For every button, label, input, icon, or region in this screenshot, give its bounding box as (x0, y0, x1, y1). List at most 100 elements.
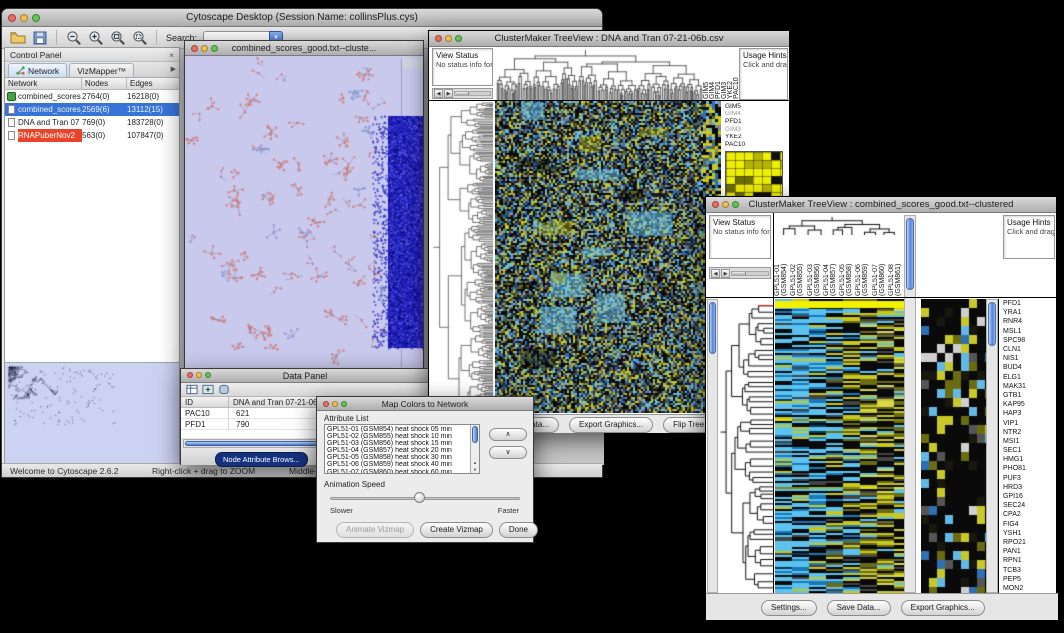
vertical-scrollbar-thumb[interactable] (709, 302, 716, 354)
gene-label[interactable]: GPI16 (999, 492, 1056, 501)
gene-label[interactable]: NTR2 (999, 428, 1056, 437)
gene-label[interactable]: PFD1 (999, 299, 1056, 308)
zoom-button[interactable] (205, 372, 211, 378)
main-title-bar[interactable]: Cytoscape Desktop (Session Name: collins… (2, 9, 602, 27)
treeview-combined-title-bar[interactable]: ClusterMaker TreeView : combined_scores_… (706, 197, 1056, 213)
list-scrollbar[interactable]: ▲ ▼ (470, 425, 479, 473)
gene-label[interactable]: SPC98 (999, 336, 1056, 345)
attribute-item[interactable]: GPL51-02 (GSM855) heat shock 10 min (325, 433, 479, 440)
scroll-track[interactable] (454, 91, 491, 96)
gene-label[interactable]: SEC24 (999, 501, 1056, 510)
gene-label[interactable]: YSH1 (999, 529, 1056, 538)
network-list-row[interactable]: combined_scores_good2569(6)13112(15) (5, 103, 179, 116)
slider-thumb[interactable] (414, 492, 425, 503)
close-button[interactable] (187, 372, 193, 378)
zoom-fit-icon[interactable] (108, 29, 127, 47)
gene-label[interactable]: YKE2 (721, 134, 788, 142)
attribute-item[interactable]: GPL51-05 (GSM858) heat shock 30 min (325, 454, 479, 461)
attribute-listbox[interactable]: GPL51-01 (GSM854) heat shock 05 minGPL51… (324, 424, 480, 474)
minimize-button[interactable] (196, 372, 202, 378)
zoom-button[interactable] (455, 35, 462, 42)
gene-label[interactable]: HRD3 (999, 483, 1056, 492)
network-list-row[interactable]: DNA and Tran 07769(0)183728(0) (5, 116, 179, 129)
tab-vizmapper[interactable]: VizMapper™ (69, 63, 134, 77)
close-button[interactable] (191, 45, 198, 52)
move-down-button[interactable]: ∨ (489, 446, 527, 459)
gene-label[interactable]: PUF3 (999, 474, 1056, 483)
gene-label[interactable]: MON2 (999, 584, 1056, 593)
column-dendrogram[interactable] (495, 48, 703, 100)
column-id[interactable]: ID (181, 397, 229, 407)
treeview-dna-title-bar[interactable]: ClusterMaker TreeView : DNA and Tran 07-… (429, 31, 789, 47)
zoom-out-icon[interactable] (64, 29, 83, 47)
attribute-item[interactable]: GPL51-06 (GSM859) heat shock 40 min (325, 461, 479, 468)
zoom-button[interactable] (211, 45, 218, 52)
vertical-scrollbar-thumb[interactable] (906, 218, 914, 290)
data-panel-title-bar[interactable]: Data Panel (181, 369, 429, 383)
open-session-icon[interactable] (8, 29, 27, 47)
column-nodes[interactable]: Nodes (82, 78, 127, 89)
create-attribute-icon[interactable] (202, 384, 214, 395)
gene-label[interactable]: GIM3 (721, 126, 788, 134)
gene-label[interactable]: ELG1 (999, 373, 1056, 382)
minimize-button[interactable] (20, 14, 28, 22)
move-up-button[interactable]: ∧ (489, 428, 527, 441)
save-session-icon[interactable] (30, 29, 49, 47)
horizontal-scrollbar-thumb[interactable] (185, 441, 333, 446)
gene-label[interactable]: MAK31 (999, 382, 1056, 391)
treeview-button[interactable]: Save Data... (827, 600, 891, 616)
gene-label[interactable]: PEP5 (999, 575, 1056, 584)
gene-label[interactable]: PAC10 (721, 141, 788, 149)
attribute-matrix-icon[interactable] (218, 384, 230, 395)
tab-network[interactable]: Network (8, 63, 67, 77)
gene-label[interactable]: CLN1 (999, 345, 1056, 354)
second-vertical-scrollbar[interactable] (986, 299, 998, 593)
close-button[interactable] (435, 35, 442, 42)
network-overview-thumbnail[interactable] (5, 362, 179, 465)
zoom-scrollbar[interactable]: ◀ ▶ (709, 267, 771, 279)
selected-genes-heatmap[interactable] (921, 299, 986, 593)
expression-heatmap[interactable] (775, 299, 904, 593)
treeview-button[interactable]: Export Graphics... (569, 417, 653, 433)
close-panel-icon[interactable]: × (169, 48, 174, 61)
column-edges[interactable]: Edges (127, 78, 179, 89)
gene-label[interactable]: YRA1 (999, 308, 1056, 317)
close-button[interactable] (8, 14, 16, 22)
attribute-item[interactable]: GPL51-04 (GSM857) heat shock 20 min (325, 447, 479, 454)
gene-label[interactable]: MSI1 (999, 437, 1056, 446)
gene-label[interactable]: BUD4 (999, 363, 1056, 372)
dialog-title-bar[interactable]: Map Colors to Network (317, 397, 533, 411)
row-dendrogram[interactable] (718, 299, 773, 593)
list-scrollbar-thumb[interactable] (472, 426, 478, 443)
zoom-button[interactable] (732, 201, 739, 208)
column-network[interactable]: Network (5, 78, 82, 89)
gene-label[interactable]: PFD1 (721, 118, 788, 126)
scroll-right-icon[interactable]: ▶ (444, 89, 453, 98)
scroll-up-icon[interactable]: ▲ (471, 460, 479, 465)
gene-label[interactable]: NIS1 (999, 354, 1056, 363)
gene-label[interactable]: VIP1 (999, 418, 1056, 427)
gene-label[interactable]: RPO21 (999, 538, 1056, 547)
gene-label[interactable]: PHO81 (999, 464, 1056, 473)
gene-label[interactable]: RPN1 (999, 556, 1056, 565)
attribute-item[interactable]: GPL51-07 (GSM860) heat shock 60 min (325, 469, 479, 474)
gene-label[interactable]: GTB1 (999, 391, 1056, 400)
gene-label[interactable]: SEC1 (999, 446, 1056, 455)
attribute-item[interactable]: GPL51-03 (GSM856) heat shock 15 min (325, 440, 479, 447)
select-attributes-icon[interactable] (186, 384, 198, 395)
animation-speed-slider[interactable] (330, 492, 520, 504)
vertical-scrollbar-thumb[interactable] (988, 302, 996, 346)
gene-label[interactable]: TCB3 (999, 565, 1056, 574)
minimize-button[interactable] (445, 35, 452, 42)
scroll-left-icon[interactable]: ◀ (711, 269, 720, 278)
gene-label[interactable]: HAP3 (999, 409, 1056, 418)
scroll-down-icon[interactable]: ▼ (471, 467, 479, 472)
close-button[interactable] (712, 201, 719, 208)
minimize-button[interactable] (722, 201, 729, 208)
gene-label[interactable]: FIG4 (999, 520, 1056, 529)
treeview-button[interactable]: Settings... (761, 600, 817, 616)
dialog-button[interactable]: Done (499, 522, 538, 538)
vertical-scrollbar[interactable] (904, 215, 916, 593)
zoom-selected-icon[interactable] (130, 29, 149, 47)
tab-overflow-icon[interactable]: ▶ (171, 63, 176, 77)
